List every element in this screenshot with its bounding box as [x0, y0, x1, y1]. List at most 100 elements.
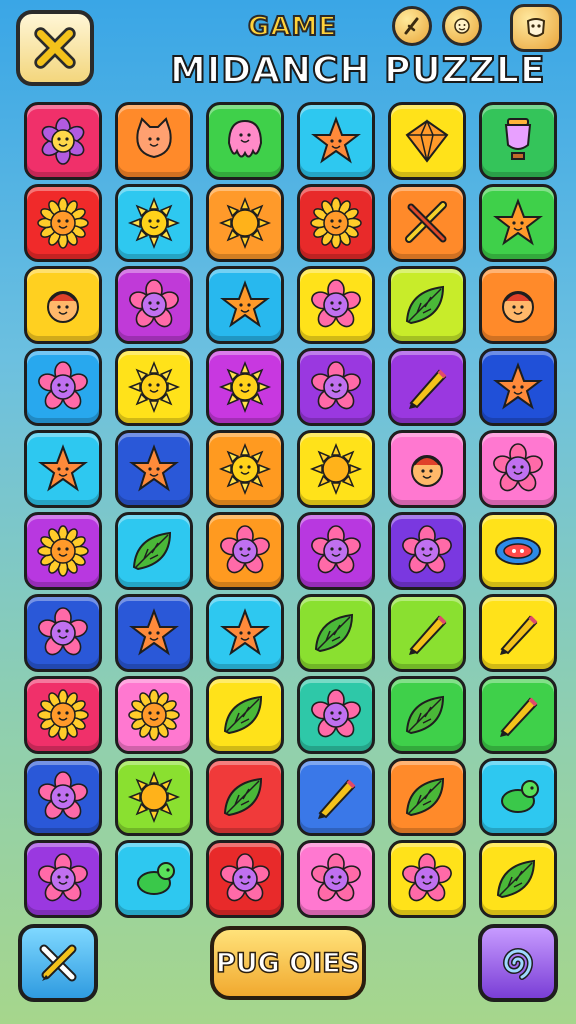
puzzle-tile[interactable] — [24, 348, 102, 426]
puzzle-tile[interactable] — [206, 758, 284, 836]
star-icon — [220, 280, 270, 328]
sun-face-icon — [127, 196, 181, 250]
puzzle-tile[interactable] — [388, 184, 466, 262]
puzzle-tile[interactable] — [388, 102, 466, 180]
puzzle-tile[interactable] — [24, 594, 102, 672]
pencil-cross-icon — [405, 201, 447, 243]
puzzle-tile[interactable] — [297, 594, 375, 672]
star-icon — [493, 198, 543, 246]
puzzle-tile[interactable] — [479, 266, 557, 344]
star-face-icon — [129, 608, 179, 656]
flower-face-icon — [129, 279, 179, 328]
octopus-icon — [227, 119, 263, 158]
sun-icon — [309, 442, 363, 496]
puzzle-tile[interactable] — [206, 512, 284, 590]
leaf-icon — [223, 777, 263, 817]
puzzle-tile[interactable] — [24, 266, 102, 344]
leaf-icon — [496, 859, 536, 899]
puzzle-tile[interactable] — [388, 348, 466, 426]
puzzle-tile[interactable] — [115, 512, 193, 590]
flower-face-icon — [220, 525, 270, 574]
puzzle-tile[interactable] — [388, 758, 466, 836]
puzzle-tile[interactable] — [297, 840, 375, 918]
mask-icon — [526, 18, 546, 37]
trophy-icon — [504, 118, 532, 160]
puzzle-tile[interactable] — [24, 430, 102, 508]
puzzle-tile[interactable] — [115, 676, 193, 754]
flower-face-icon — [311, 525, 361, 574]
puzzle-tile[interactable] — [479, 512, 557, 590]
puzzle-tile[interactable] — [479, 758, 557, 836]
puzzle-tile[interactable] — [24, 840, 102, 918]
puzzle-tile[interactable] — [479, 676, 557, 754]
face-button[interactable] — [442, 6, 482, 46]
star-face-icon — [493, 362, 543, 410]
puzzle-tile[interactable] — [206, 594, 284, 672]
puzzle-tile[interactable] — [297, 348, 375, 426]
sword-button[interactable] — [392, 6, 432, 46]
puzzle-tile[interactable] — [24, 758, 102, 836]
puzzle-tile[interactable] — [388, 266, 466, 344]
puzzle-tile[interactable] — [24, 676, 102, 754]
puzzle-tile[interactable] — [297, 512, 375, 590]
puzzle-tile[interactable] — [297, 102, 375, 180]
sunflower-icon — [37, 525, 89, 577]
face-icon — [502, 291, 534, 323]
puzzle-tile[interactable] — [479, 840, 557, 918]
puzzle-tile[interactable] — [297, 676, 375, 754]
puzzle-tile[interactable] — [24, 512, 102, 590]
puzzle-tile[interactable] — [115, 184, 193, 262]
puzzle-tile[interactable] — [388, 676, 466, 754]
puzzle-board — [24, 102, 557, 918]
puzzle-tile[interactable] — [297, 758, 375, 836]
puzzle-tile[interactable] — [115, 594, 193, 672]
puzzle-tile[interactable] — [206, 840, 284, 918]
sunflower-icon — [37, 197, 89, 249]
close-button[interactable] — [16, 10, 94, 86]
leaf-icon — [314, 613, 354, 653]
puzzle-tile[interactable] — [115, 348, 193, 426]
puzzle-tile[interactable] — [206, 102, 284, 180]
pencil-icon — [318, 779, 356, 819]
puzzle-tile[interactable] — [115, 758, 193, 836]
pencil-tool-button[interactable] — [18, 924, 98, 1002]
puzzle-tile[interactable] — [297, 266, 375, 344]
puzzle-tile[interactable] — [206, 348, 284, 426]
puzzle-tile[interactable] — [206, 430, 284, 508]
main-action-button[interactable]: PUG OIES — [210, 926, 366, 1000]
face-icon — [47, 291, 79, 323]
puzzle-tile[interactable] — [115, 102, 193, 180]
sunflower-icon — [310, 197, 362, 249]
flower-face-icon — [402, 853, 452, 902]
puzzle-tile[interactable] — [479, 348, 557, 426]
puzzle-tile[interactable] — [388, 840, 466, 918]
puzzle-tile[interactable] — [479, 184, 557, 262]
puzzle-tile[interactable] — [297, 184, 375, 262]
puzzle-tile[interactable] — [24, 102, 102, 180]
pencil-icon — [500, 615, 538, 655]
turtle-icon — [137, 862, 175, 895]
puzzle-tile[interactable] — [479, 102, 557, 180]
swirl-icon — [502, 948, 534, 980]
leaf-icon — [132, 531, 172, 571]
sword-icon — [404, 17, 419, 35]
puzzle-tile[interactable] — [206, 184, 284, 262]
leaf-icon — [405, 777, 445, 817]
pencil-cross-icon — [39, 944, 77, 982]
puzzle-tile[interactable] — [24, 184, 102, 262]
puzzle-tile[interactable] — [479, 430, 557, 508]
puzzle-tile[interactable] — [206, 676, 284, 754]
puzzle-tile[interactable] — [297, 430, 375, 508]
puzzle-tile[interactable] — [388, 512, 466, 590]
puzzle-tile[interactable] — [388, 594, 466, 672]
puzzle-tile[interactable] — [479, 594, 557, 672]
game-label: GAME — [247, 11, 338, 43]
puzzle-tile[interactable] — [115, 266, 193, 344]
puzzle-tile[interactable] — [115, 430, 193, 508]
puzzle-tile[interactable] — [206, 266, 284, 344]
swirl-button[interactable] — [478, 924, 558, 1002]
mask-button[interactable] — [510, 4, 562, 52]
sun-icon — [218, 196, 272, 250]
puzzle-tile[interactable] — [388, 430, 466, 508]
puzzle-tile[interactable] — [115, 840, 193, 918]
